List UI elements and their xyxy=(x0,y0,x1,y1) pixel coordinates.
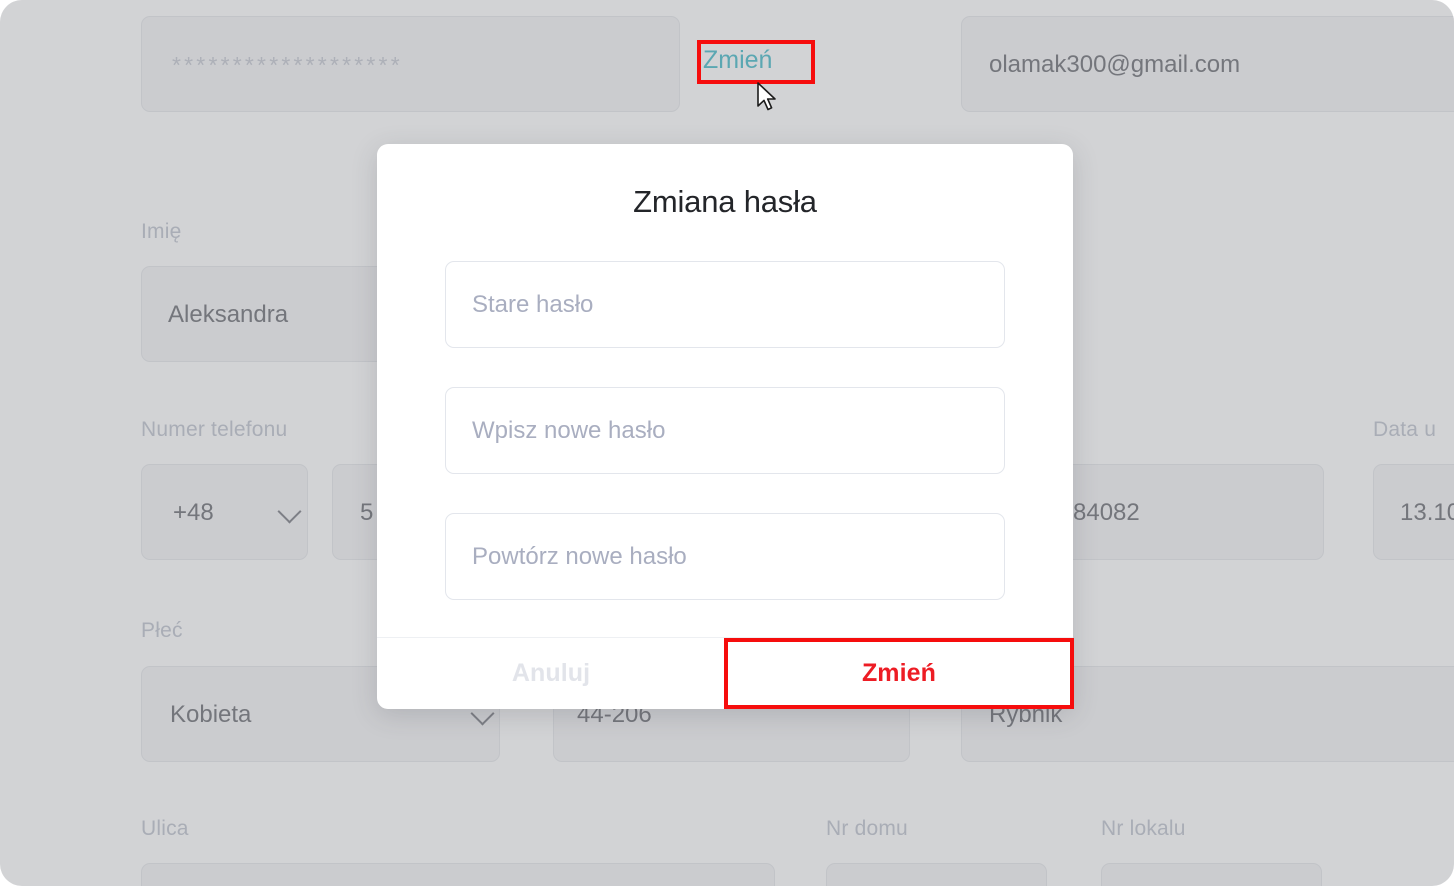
repeat-password-input[interactable] xyxy=(445,513,1005,600)
label-nr-lokalu: Nr lokalu xyxy=(1101,817,1186,840)
new-password-input[interactable] xyxy=(445,387,1005,474)
app-root: ******************* Zmień olamak300@gmai… xyxy=(0,0,1454,886)
modal-title: Zmiana hasła xyxy=(633,184,817,219)
id-number-value: 84082 xyxy=(1073,499,1140,526)
label-nr-domu: Nr domu xyxy=(826,817,908,840)
cancel-button[interactable]: Anuluj xyxy=(377,638,725,709)
plec-value: Kobieta xyxy=(170,701,252,728)
change-password-modal: Zmiana hasła Anuluj Zmień xyxy=(377,144,1073,709)
password-masked-value: ******************* xyxy=(172,52,403,78)
modal-footer: Anuluj Zmień xyxy=(377,637,1073,709)
email-field-value: olamak300@gmail.com xyxy=(989,51,1241,78)
nr-domu-field-box[interactable] xyxy=(826,863,1047,886)
old-password-input[interactable] xyxy=(445,261,1005,348)
change-password-link[interactable]: Zmień xyxy=(703,46,772,75)
ulica-field-box[interactable] xyxy=(141,863,775,886)
data-urodzenia-value: 13.10 xyxy=(1400,499,1454,526)
imie-field-value: Aleksandra xyxy=(168,301,289,328)
phone-number-value: 5 xyxy=(360,499,374,526)
label-numer-telefonu: Numer telefonu xyxy=(141,418,288,441)
country-code-value: +48 xyxy=(173,499,214,526)
page-surface: ******************* Zmień olamak300@gmai… xyxy=(0,0,1454,886)
label-data-urodzenia: Data u xyxy=(1373,418,1437,441)
label-ulica: Ulica xyxy=(141,817,189,840)
label-imie: Imię xyxy=(141,220,182,243)
nr-lokalu-field-box[interactable] xyxy=(1101,863,1322,886)
label-plec: Płeć xyxy=(141,619,183,642)
submit-change-password-button[interactable]: Zmień xyxy=(725,638,1073,709)
